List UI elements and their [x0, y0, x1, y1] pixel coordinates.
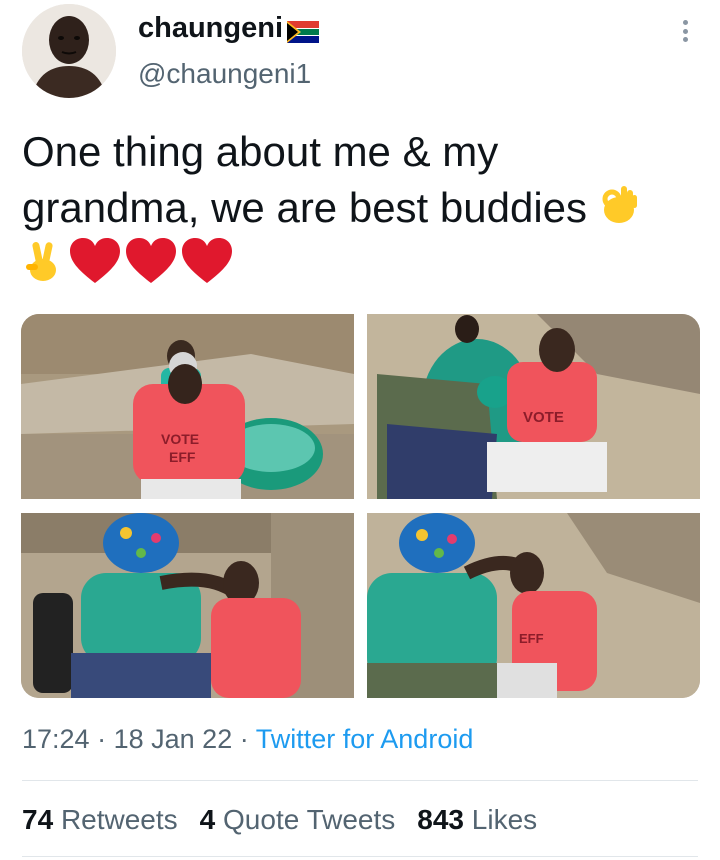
svg-text:VOTE: VOTE: [523, 409, 564, 426]
more-options-icon[interactable]: [674, 16, 696, 46]
photo-4[interactable]: EFF: [367, 513, 700, 698]
tweet-text-line2: grandma, we are best buddies: [22, 180, 702, 240]
retweets-label: Retweets: [60, 804, 178, 835]
likes-stat[interactable]: 843 Likes: [417, 804, 537, 836]
red-heart-icon: [68, 237, 122, 299]
photo-2[interactable]: VOTE: [367, 314, 700, 499]
south-africa-flag-icon: [287, 18, 320, 43]
tweet-text-line2-text: grandma, we are best buddies: [22, 184, 588, 231]
display-name-text: chaungeni: [138, 12, 284, 44]
tweet-meta: 17:24 · 18 Jan 22 · Twitter for Android: [22, 724, 473, 755]
divider: [22, 856, 698, 857]
tweet-date[interactable]: 18 Jan 22: [114, 724, 233, 754]
svg-text:EFF: EFF: [519, 631, 544, 646]
victory-hand-icon: [22, 239, 66, 297]
display-name[interactable]: chaungeni: [138, 12, 320, 45]
meta-separator: ·: [239, 724, 249, 754]
likes-label: Likes: [471, 804, 538, 835]
retweets-count: 74: [22, 804, 54, 835]
media-grid: VOTE EFF VOTE EFF: [21, 314, 700, 698]
likes-count: 843: [417, 804, 464, 835]
tweet-stats: 74 Retweets 4 Quote Tweets 843 Likes: [22, 804, 537, 836]
emoji-row: [22, 237, 702, 299]
tweet-source-link[interactable]: Twitter for Android: [256, 724, 474, 754]
ok-hand-icon: [599, 182, 639, 240]
svg-text:EFF: EFF: [169, 449, 196, 465]
handle[interactable]: @chaungeni1: [138, 58, 311, 90]
divider: [22, 780, 698, 781]
tweet-time[interactable]: 17:24: [22, 724, 90, 754]
quote-tweets-count: 4: [199, 804, 216, 835]
red-heart-icon: [124, 237, 178, 299]
quote-tweets-stat[interactable]: 4 Quote Tweets: [200, 804, 396, 836]
meta-separator: ·: [97, 724, 107, 754]
tweet-text-line1: One thing about me & my: [22, 128, 499, 175]
avatar[interactable]: [22, 4, 116, 98]
quote-tweets-label: Quote Tweets: [223, 804, 396, 835]
red-heart-icon: [180, 237, 234, 299]
tweet-text: One thing about me & my grandma, we are …: [22, 124, 702, 296]
svg-text:VOTE: VOTE: [161, 431, 199, 447]
retweets-stat[interactable]: 74 Retweets: [22, 804, 178, 836]
photo-3[interactable]: [21, 513, 354, 698]
photo-1[interactable]: VOTE EFF: [21, 314, 354, 499]
